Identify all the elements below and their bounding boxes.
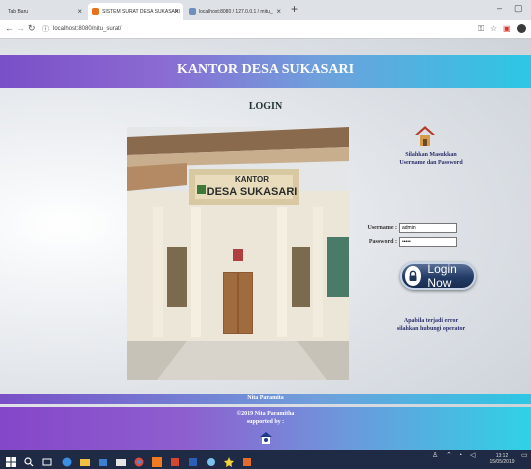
error-line1: Apabila terjadi error: [403, 318, 459, 324]
office-building-image: KANTOR DESA SUKASARI: [127, 127, 349, 380]
paint-icon[interactable]: [206, 454, 216, 466]
username-label: Username :: [367, 225, 398, 231]
close-tab-icon[interactable]: ×: [77, 7, 82, 16]
username-input[interactable]: [399, 223, 457, 233]
tray-clock[interactable]: 13:12 15/05/2019: [488, 453, 516, 465]
new-tab-button[interactable]: +: [291, 2, 298, 16]
emblem-icon: [197, 185, 206, 194]
instruction-line1: Silahkan Masukkan: [405, 152, 457, 158]
info-icon[interactable]: ⓘ: [42, 24, 49, 34]
forward-icon[interactable]: →: [16, 23, 25, 33]
mail-icon[interactable]: [116, 454, 126, 466]
tab-sistem-surat[interactable]: SISTEM SURAT DESA SUKASARI ×: [88, 3, 183, 20]
instruction-line2: Username dan Password: [399, 160, 463, 166]
office-photo: KANTOR DESA SUKASARI: [127, 127, 349, 380]
name-strip: Nita Paramita: [0, 394, 531, 404]
url-text: localhost:8080/nitu_surat/: [53, 26, 122, 32]
notification-icon[interactable]: ▭: [521, 452, 528, 459]
maximize-button[interactable]: ▢: [514, 3, 523, 14]
close-tab-icon[interactable]: ×: [276, 7, 281, 16]
photo-sign-line2: DESA SUKASARI: [207, 186, 298, 198]
password-input[interactable]: [399, 237, 457, 247]
reload-icon[interactable]: ↻: [28, 23, 36, 34]
page-footer: ©2019 Nita Paramitha supported by :: [0, 407, 531, 450]
strip-text: Nita Paramita: [247, 395, 284, 401]
url-field[interactable]: ⓘ localhost:8080/nitu_surat/: [42, 22, 472, 36]
home-icon: [414, 124, 436, 153]
tab-new-tab[interactable]: Tab Baru ×: [4, 3, 86, 20]
error-note: Apabila terjadi error silahkan hubungi o…: [356, 317, 506, 333]
search-icon[interactable]: [24, 454, 34, 467]
browser-tab-bar: Tab Baru × SISTEM SURAT DESA SUKASARI × …: [0, 0, 531, 20]
windows-start-icon[interactable]: [6, 454, 16, 467]
tray-person-icon[interactable]: ♙: [432, 452, 438, 459]
tab-label: localhost:8080 / 127.0.0.1 / mitu_: [199, 8, 273, 15]
key-icon[interactable]: ⚿: [478, 24, 484, 34]
tab-label: SISTEM SURAT DESA SUKASARI: [102, 8, 180, 15]
edge-icon[interactable]: [62, 454, 72, 467]
minimize-button[interactable]: –: [497, 3, 502, 13]
taskbar: ♙ ⌃ ◔ ◁ 13:12 15/05/2019 ▭: [0, 450, 531, 469]
store-icon[interactable]: [98, 454, 108, 466]
tab-favicon-icon: [189, 8, 196, 15]
supported-by-text: supported by :: [246, 419, 285, 425]
tray-network-icon[interactable]: ◔: [458, 452, 462, 459]
sublime-icon[interactable]: [170, 454, 180, 466]
star-icon[interactable]: ☆: [490, 24, 497, 33]
page-header: KANTOR DESA SUKASARI: [0, 55, 531, 88]
chrome-icon[interactable]: [134, 454, 144, 467]
tab-label: Tab Baru: [8, 8, 29, 15]
password-label: Password :: [368, 239, 397, 245]
login-heading: LOGIN: [248, 101, 283, 112]
word-icon[interactable]: [188, 454, 198, 466]
tab-favicon-icon: [92, 8, 99, 15]
task-view-icon[interactable]: [42, 454, 52, 466]
copyright-text: ©2019 Nita Paramitha: [236, 411, 295, 417]
extension-icon[interactable]: ▣: [503, 24, 511, 33]
photo-sign-line1: KANTOR: [235, 175, 269, 184]
star-app-icon[interactable]: [224, 454, 234, 467]
lock-icon: [405, 266, 422, 286]
xampp-icon[interactable]: [152, 454, 162, 467]
address-bar: ← → ↻ ⓘ localhost:8080/nitu_surat/ ⚿ ☆ ▣: [0, 20, 531, 39]
close-tab-icon[interactable]: ×: [174, 7, 179, 16]
password-row: Password :: [360, 237, 457, 247]
username-row: Username :: [360, 223, 457, 233]
tray-date: 15/05/2019: [489, 459, 515, 465]
office-app-icon[interactable]: [242, 454, 252, 466]
page-content: KANTOR DESA SUKASARI LOGIN KANTOR DESA S…: [0, 39, 531, 450]
back-icon[interactable]: ←: [5, 23, 14, 33]
tab-phpmyadmin[interactable]: localhost:8080 / 127.0.0.1 / mitu_ ×: [185, 3, 285, 20]
file-explorer-icon[interactable]: [80, 454, 90, 466]
tray-volume-icon[interactable]: ◁: [470, 452, 475, 459]
login-instruction: Silahkan Masukkan Username dan Password: [356, 151, 506, 167]
page-title: KANTOR DESA SUKASARI: [176, 62, 355, 77]
login-now-button[interactable]: Login Now: [400, 262, 476, 290]
login-now-label: Login Now: [427, 262, 457, 290]
sponsor-logo: [259, 431, 273, 450]
profile-avatar[interactable]: [517, 24, 526, 35]
error-line2: silahkan hubungi operator: [396, 326, 466, 332]
tray-chevron-icon[interactable]: ⌃: [446, 452, 452, 459]
